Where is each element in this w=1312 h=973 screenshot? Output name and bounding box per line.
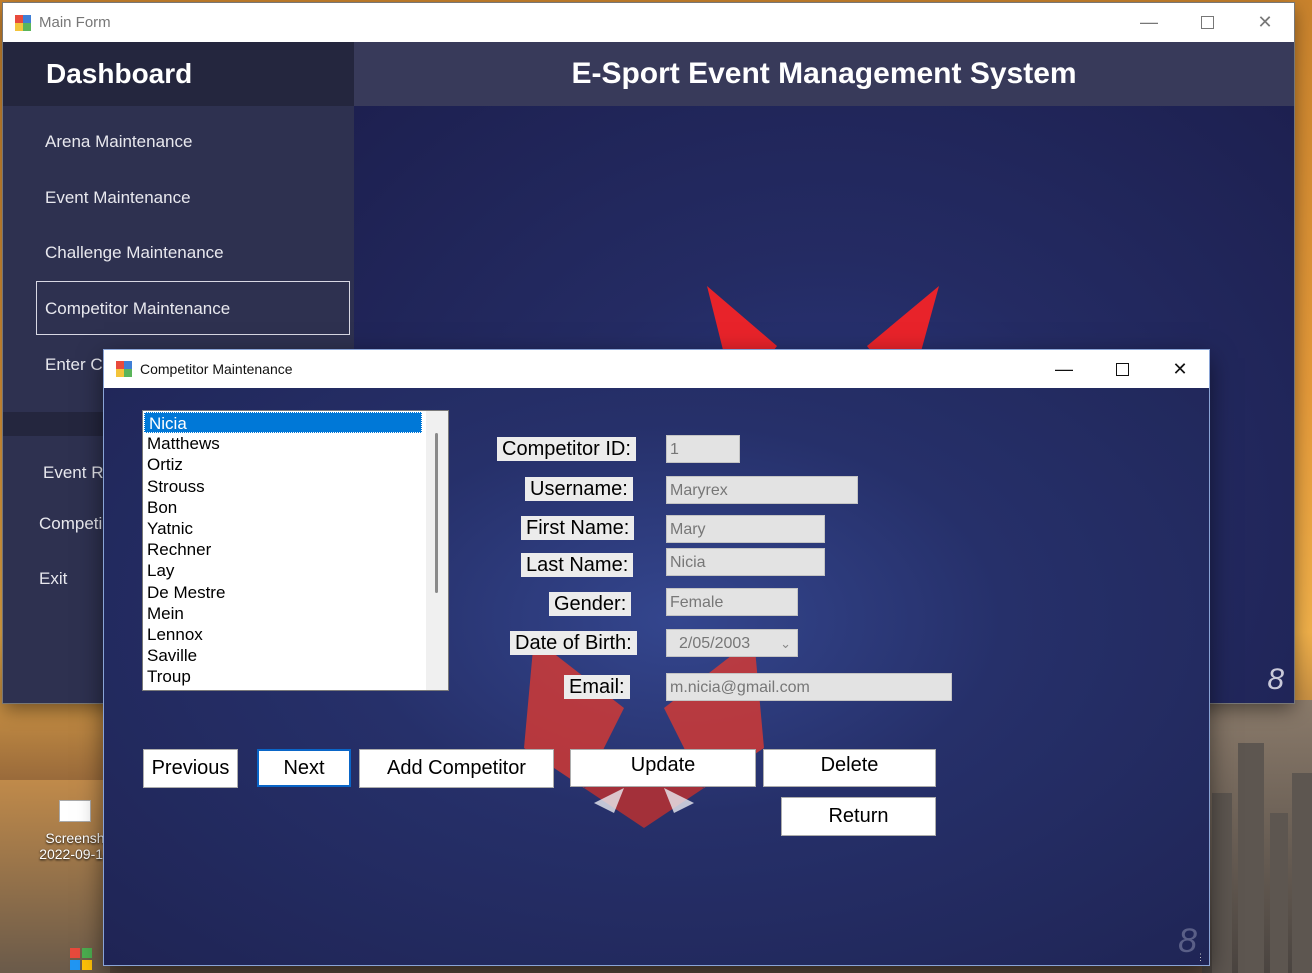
last-name-field[interactable]: Nicia bbox=[666, 548, 825, 576]
dialog-minimize-button[interactable]: — bbox=[1035, 350, 1093, 388]
first-name-label: First Name: bbox=[521, 516, 635, 540]
list-item[interactable]: Nicia bbox=[144, 412, 422, 434]
list-item[interactable]: Lay bbox=[143, 560, 421, 581]
username-label: Username: bbox=[525, 477, 633, 501]
maximize-button[interactable] bbox=[1178, 3, 1236, 42]
close-icon: ✕ bbox=[1257, 12, 1273, 32]
last-name-label: Last Name: bbox=[521, 553, 634, 577]
minimize-button[interactable]: — bbox=[1120, 3, 1178, 42]
gender-label: Gender: bbox=[549, 592, 632, 616]
desktop-skyline bbox=[1202, 700, 1312, 973]
list-item[interactable]: Troup bbox=[143, 666, 421, 687]
gender-field[interactable]: Female bbox=[666, 588, 798, 616]
scrollbar-thumb[interactable] bbox=[435, 433, 438, 593]
list-item[interactable]: De Mestre bbox=[143, 582, 421, 603]
app-logo-icon[interactable] bbox=[66, 944, 96, 973]
dialog-app-icon bbox=[116, 361, 132, 377]
list-item[interactable]: Matthews bbox=[143, 433, 421, 454]
dialog-corner-logo-glyph: 8 bbox=[1178, 922, 1197, 960]
form-app-icon bbox=[15, 14, 31, 31]
add-competitor-button[interactable]: Add Competitor bbox=[359, 749, 554, 788]
file-thumbnail-icon bbox=[59, 800, 91, 822]
list-item[interactable]: Lennox bbox=[143, 624, 421, 645]
sidebar-item-event[interactable]: Event Maintenance bbox=[45, 188, 191, 208]
competitor-listbox[interactable]: Nicia Matthews Ortiz Strouss Bon Yatnic … bbox=[142, 410, 449, 691]
dialog-maximize-button[interactable] bbox=[1093, 350, 1151, 388]
dialog-titlebar[interactable]: Competitor Maintenance — ✕ bbox=[104, 350, 1209, 388]
minimize-icon: — bbox=[1140, 12, 1158, 32]
list-item[interactable]: Ortiz bbox=[143, 454, 421, 475]
listbox-scrollbar[interactable] bbox=[426, 411, 448, 690]
dob-value: 2/05/2003 bbox=[679, 635, 751, 652]
list-item[interactable]: Yatnic bbox=[143, 518, 421, 539]
competitor-id-field[interactable]: 1 bbox=[666, 435, 740, 463]
previous-button[interactable]: Previous bbox=[143, 749, 238, 788]
email-label: Email: bbox=[564, 675, 630, 699]
sidebar-item-exit[interactable]: Exit bbox=[39, 569, 67, 589]
close-icon: ✕ bbox=[1172, 358, 1188, 379]
dob-date-picker[interactable]: 2/05/2003 ⌄ bbox=[666, 629, 798, 657]
list-item[interactable]: Mein bbox=[143, 603, 421, 624]
first-name-field[interactable]: Mary bbox=[666, 515, 825, 543]
next-button[interactable]: Next bbox=[257, 749, 351, 787]
sidebar-item-competitor[interactable]: Competitor Maintenance bbox=[45, 299, 230, 319]
email-field[interactable]: m.nicia@gmail.com bbox=[666, 673, 952, 701]
maximize-icon bbox=[1115, 362, 1129, 376]
list-item[interactable]: Strouss bbox=[143, 476, 421, 497]
dialog-title: Competitor Maintenance bbox=[140, 361, 293, 377]
dialog-close-button[interactable]: ✕ bbox=[1151, 350, 1209, 388]
maximize-icon bbox=[1200, 16, 1214, 29]
delete-button[interactable]: Delete bbox=[763, 749, 936, 787]
minimize-icon: — bbox=[1055, 358, 1073, 379]
username-field[interactable]: Maryrex bbox=[666, 476, 858, 504]
close-button[interactable]: ✕ bbox=[1236, 3, 1294, 42]
competitor-id-label: Competitor ID: bbox=[497, 437, 636, 461]
list-item[interactable]: Bon bbox=[143, 497, 421, 518]
return-button[interactable]: Return bbox=[781, 797, 936, 836]
chevron-down-icon[interactable]: ⌄ bbox=[780, 630, 791, 658]
competitor-dialog: Competitor Maintenance — ✕ Nicia Matthew… bbox=[104, 350, 1209, 965]
list-item[interactable]: Rechner bbox=[143, 539, 421, 560]
resize-grip-icon[interactable]: ⋮⋮ bbox=[1196, 952, 1209, 962]
sidebar-item-challenge[interactable]: Challenge Maintenance bbox=[45, 243, 224, 263]
list-item[interactable]: Saville bbox=[143, 645, 421, 666]
sidebar-item-event-results[interactable]: Event R bbox=[43, 463, 103, 483]
sidebar-item-arena[interactable]: Arena Maintenance bbox=[45, 132, 192, 152]
main-window-title: Main Form bbox=[39, 14, 111, 31]
main-titlebar[interactable]: Main Form — ✕ bbox=[3, 3, 1294, 42]
dob-label: Date of Birth: bbox=[510, 631, 637, 655]
corner-logo-glyph: 8 bbox=[1267, 663, 1284, 696]
dialog-body: Nicia Matthews Ortiz Strouss Bon Yatnic … bbox=[104, 388, 1209, 965]
sidebar-item-enter[interactable]: Enter C bbox=[45, 355, 103, 375]
sidebar-item-competitor-results[interactable]: Competi bbox=[39, 514, 102, 534]
update-button[interactable]: Update bbox=[570, 749, 756, 787]
app-header-title: E-Sport Event Management System bbox=[354, 42, 1294, 106]
sidebar-heading: Dashboard bbox=[3, 42, 354, 106]
